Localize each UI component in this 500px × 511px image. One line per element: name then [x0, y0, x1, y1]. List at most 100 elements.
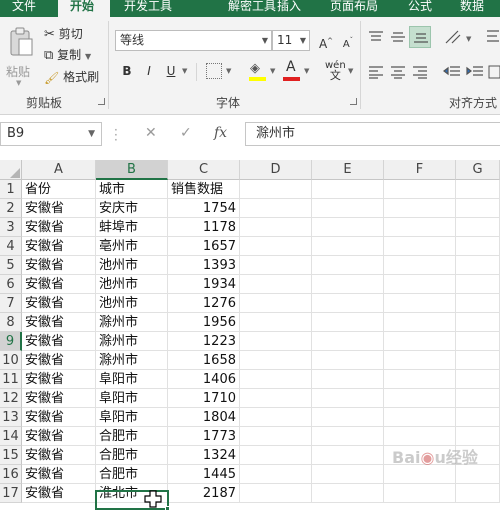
- cell-g[interactable]: [456, 294, 500, 313]
- formula-bar-grip-icon[interactable]: · · ·: [114, 124, 118, 146]
- formula-input[interactable]: 滁州市: [245, 122, 500, 146]
- column-header-c[interactable]: C: [168, 160, 240, 180]
- cell-a[interactable]: 安徽省: [22, 275, 96, 294]
- cell-g[interactable]: [456, 275, 500, 294]
- cell-e[interactable]: [312, 465, 384, 484]
- tab-page-layout[interactable]: 页面布局: [330, 0, 388, 17]
- cell-f[interactable]: [384, 389, 456, 408]
- cell-a[interactable]: 安徽省: [22, 370, 96, 389]
- column-header-b[interactable]: B: [96, 160, 168, 180]
- cell-d[interactable]: [240, 256, 312, 275]
- format-painter-button[interactable]: 🖌 格式刷: [44, 68, 99, 85]
- cell-g[interactable]: [456, 332, 500, 351]
- underline-button[interactable]: U: [162, 62, 180, 80]
- font-launcher-icon[interactable]: [350, 98, 357, 105]
- borders-icon[interactable]: [206, 63, 222, 79]
- cell-f[interactable]: [384, 256, 456, 275]
- cell-e[interactable]: [312, 218, 384, 237]
- cell-d[interactable]: [240, 389, 312, 408]
- cell-e[interactable]: [312, 389, 384, 408]
- paste-dropdown-icon[interactable]: ▼: [16, 79, 21, 87]
- cell-b[interactable]: 滁州市: [96, 351, 168, 370]
- borders-dropdown-icon[interactable]: ▼: [226, 67, 231, 75]
- row-header[interactable]: 1: [0, 180, 22, 199]
- column-header-a[interactable]: A: [22, 160, 96, 180]
- align-middle-icon[interactable]: [390, 30, 406, 44]
- align-center-icon[interactable]: [390, 65, 406, 79]
- paste-button[interactable]: 粘贴 ▼: [4, 23, 38, 87]
- cell-f[interactable]: [384, 484, 456, 503]
- cell-a[interactable]: 安徽省: [22, 294, 96, 313]
- cell-f[interactable]: [384, 199, 456, 218]
- cell-a[interactable]: 安徽省: [22, 446, 96, 465]
- cell-c[interactable]: 1658: [168, 351, 240, 370]
- cell-g[interactable]: [456, 218, 500, 237]
- cell-d[interactable]: [240, 275, 312, 294]
- cell-d[interactable]: [240, 218, 312, 237]
- cell-c[interactable]: 销售数据: [168, 180, 240, 199]
- column-header-g[interactable]: G: [456, 160, 500, 180]
- cell-b[interactable]: 亳州市: [96, 237, 168, 256]
- row-header[interactable]: 17: [0, 484, 22, 503]
- cell-g[interactable]: [456, 313, 500, 332]
- cell-b[interactable]: 城市: [96, 180, 168, 199]
- cell-b[interactable]: 合肥市: [96, 465, 168, 484]
- cell-g[interactable]: [456, 408, 500, 427]
- cell-g[interactable]: [456, 351, 500, 370]
- column-header-f[interactable]: F: [384, 160, 456, 180]
- align-left-icon[interactable]: [368, 65, 384, 79]
- align-right-icon[interactable]: [412, 65, 428, 79]
- cell-e[interactable]: [312, 256, 384, 275]
- cell-b[interactable]: 阜阳市: [96, 389, 168, 408]
- cell-b[interactable]: 合肥市: [96, 427, 168, 446]
- decrease-font-size-button[interactable]: Aˇ: [339, 32, 357, 50]
- cell-a[interactable]: 安徽省: [22, 351, 96, 370]
- cell-g[interactable]: [456, 199, 500, 218]
- align-bottom-button[interactable]: [409, 26, 431, 48]
- row-header[interactable]: 15: [0, 446, 22, 465]
- cell-b[interactable]: 池州市: [96, 256, 168, 275]
- tab-formulas[interactable]: 公式: [408, 0, 438, 17]
- cell-c[interactable]: 1934: [168, 275, 240, 294]
- phonetic-guide-button[interactable]: wén 文: [325, 61, 346, 82]
- font-color-button[interactable]: A: [282, 59, 302, 83]
- cell-a[interactable]: 安徽省: [22, 389, 96, 408]
- copy-dropdown-icon[interactable]: ▼: [85, 52, 91, 61]
- tab-file[interactable]: 文件: [12, 0, 44, 17]
- cell-a[interactable]: 安徽省: [22, 313, 96, 332]
- cell-b[interactable]: 安庆市: [96, 199, 168, 218]
- cell-c[interactable]: 1657: [168, 237, 240, 256]
- cell-e[interactable]: [312, 370, 384, 389]
- phonetic-dropdown-icon[interactable]: ▼: [348, 67, 353, 75]
- cell-c[interactable]: 1754: [168, 199, 240, 218]
- cell-a[interactable]: 安徽省: [22, 332, 96, 351]
- cell-e[interactable]: [312, 351, 384, 370]
- cell-a[interactable]: 安徽省: [22, 408, 96, 427]
- column-header-e[interactable]: E: [312, 160, 384, 180]
- cell-b[interactable]: 阜阳市: [96, 370, 168, 389]
- font-color-dropdown-icon[interactable]: ▼: [304, 67, 309, 75]
- cell-e[interactable]: [312, 446, 384, 465]
- cell-f[interactable]: [384, 294, 456, 313]
- cell-f[interactable]: [384, 332, 456, 351]
- cell-f[interactable]: [384, 237, 456, 256]
- cell-e[interactable]: [312, 484, 384, 503]
- cell-d[interactable]: [240, 199, 312, 218]
- chevron-down-icon[interactable]: ▼: [88, 123, 95, 145]
- cell-f[interactable]: [384, 218, 456, 237]
- increase-indent-icon[interactable]: [466, 65, 484, 79]
- cell-d[interactable]: [240, 465, 312, 484]
- row-header[interactable]: 2: [0, 199, 22, 218]
- cancel-icon[interactable]: ✕: [145, 125, 157, 141]
- cell-e[interactable]: [312, 199, 384, 218]
- bold-button[interactable]: B: [118, 62, 136, 80]
- cell-f[interactable]: [384, 313, 456, 332]
- cell-f[interactable]: [384, 275, 456, 294]
- cell-d[interactable]: [240, 446, 312, 465]
- cell-d[interactable]: [240, 427, 312, 446]
- row-header[interactable]: 10: [0, 351, 22, 370]
- cell-a[interactable]: 安徽省: [22, 237, 96, 256]
- cell-e[interactable]: [312, 275, 384, 294]
- row-header[interactable]: 16: [0, 465, 22, 484]
- cell-d[interactable]: [240, 294, 312, 313]
